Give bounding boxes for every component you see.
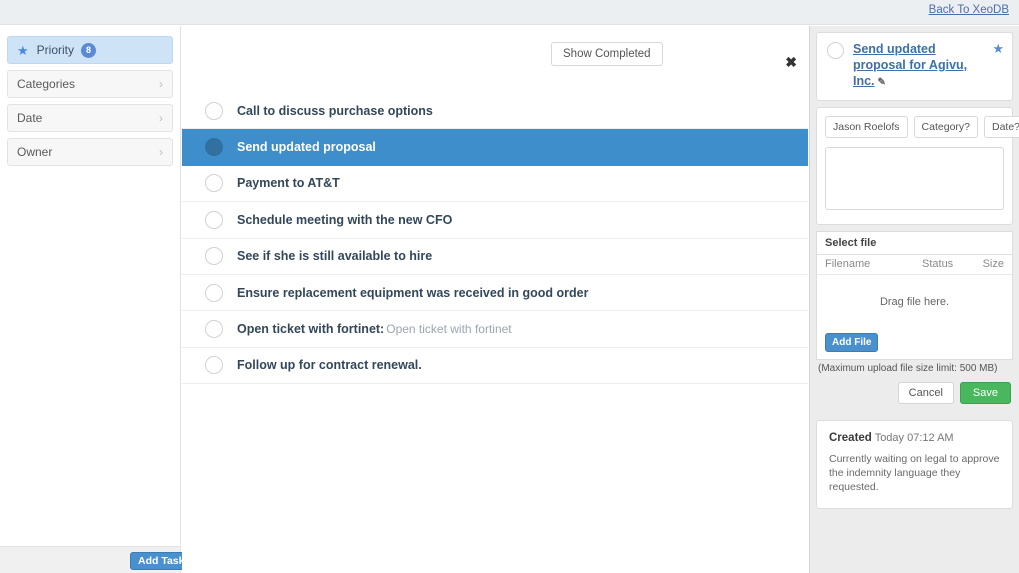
sidebar-item-owner[interactable]: Owner › <box>7 138 173 166</box>
task-title: Ensure replacement equipment was receive… <box>237 285 589 300</box>
detail-actions: Cancel Save <box>810 374 1019 404</box>
task-row[interactable]: Schedule meeting with the new CFO <box>182 202 808 239</box>
task-detail-panel: Send updated proposal for Agivu, Inc. ✎ ★… <box>809 26 1019 573</box>
column-status: Status <box>922 258 954 270</box>
task-row[interactable]: Payment to AT&T <box>182 166 808 203</box>
back-to-xeodb-link[interactable]: Back To XeoDB <box>929 4 1009 16</box>
sidebar-item-priority[interactable]: ★ Priority 8 <box>7 36 173 64</box>
task-note: Open ticket with fortinet <box>386 322 512 337</box>
save-button[interactable]: Save <box>959 382 1011 404</box>
sidebar-item-label: Categories <box>17 77 76 91</box>
file-table-header: Filename Status Size <box>817 255 1012 275</box>
file-upload-card: Select file Filename Status Size Drag fi… <box>816 231 1013 360</box>
task-checkbox-icon[interactable] <box>205 174 223 193</box>
task-row[interactable]: Ensure replacement equipment was receive… <box>182 275 808 312</box>
task-title: Schedule meeting with the new CFO <box>237 212 453 227</box>
priority-count-badge: 8 <box>81 42 96 58</box>
task-list-panel: Show Completed ✖ Call to discuss purchas… <box>182 26 808 573</box>
task-title: Follow up for contract renewal. <box>237 358 422 373</box>
history-event: Created Today 07:12 AM <box>829 432 1000 444</box>
column-size: Size <box>982 258 1004 270</box>
filter-sidebar: ★ Priority 8 Categories › Date › Owner › <box>0 26 181 545</box>
file-drop-area[interactable]: Drag file here. <box>817 275 1012 328</box>
task-title: Open ticket with fortinet: <box>237 322 385 337</box>
show-completed-button[interactable]: Show Completed <box>551 42 663 66</box>
detail-checkbox-icon[interactable] <box>827 42 844 59</box>
task-checkbox-icon[interactable] <box>205 283 223 302</box>
add-file-wrap: Add File <box>817 328 1012 359</box>
add-file-button[interactable]: Add File <box>825 333 879 352</box>
task-title: See if she is still available to hire <box>237 249 433 264</box>
sidebar-item-label: Priority <box>36 43 74 57</box>
task-checkbox-icon[interactable] <box>205 210 223 229</box>
notes-textarea[interactable] <box>825 147 1004 210</box>
detail-header: Send updated proposal for Agivu, Inc. ✎ ★ <box>816 32 1013 101</box>
upload-limit-note: (Maximum upload file size limit: 500 MB) <box>818 363 998 374</box>
chevron-right-icon: › <box>159 111 163 125</box>
favorite-star-icon[interactable]: ★ <box>992 41 1004 57</box>
select-file-header: Select file <box>817 232 1012 255</box>
chevron-right-icon: › <box>159 145 163 159</box>
sidebar-item-date[interactable]: Date › <box>7 104 173 132</box>
task-list: Call to discuss purchase options Send up… <box>182 93 808 385</box>
detail-title-text: Send updated proposal for Agivu, Inc. <box>853 42 968 88</box>
star-icon: ★ <box>17 42 29 58</box>
tag-row: Jason Roelofs Category? Date? <box>825 116 1019 138</box>
detail-form: Jason Roelofs Category? Date? <box>816 107 1019 225</box>
detail-title[interactable]: Send updated proposal for Agivu, Inc. ✎ <box>853 41 981 91</box>
history-event-label: Created <box>829 432 872 444</box>
sidebar-item-label: Owner <box>17 145 53 159</box>
task-row[interactable]: Send updated proposal <box>182 129 808 166</box>
chevron-right-icon: › <box>159 77 163 91</box>
column-filename: Filename <box>825 258 871 270</box>
date-tag-button[interactable]: Date? <box>984 116 1019 138</box>
history-body: Currently waiting on legal to approve th… <box>829 453 1000 493</box>
task-row[interactable]: Open ticket with fortinet: Open ticket w… <box>182 311 808 348</box>
owner-tag-button[interactable]: Jason Roelofs <box>825 116 908 138</box>
task-checkbox-icon[interactable] <box>205 102 223 121</box>
task-title: Payment to AT&T <box>237 176 340 191</box>
category-tag-button[interactable]: Category? <box>913 116 978 138</box>
task-row[interactable]: Call to discuss purchase options <box>182 93 808 130</box>
task-row[interactable]: See if she is still available to hire <box>182 239 808 275</box>
task-checkbox-icon[interactable] <box>205 320 223 339</box>
close-icon[interactable]: ✖ <box>785 55 797 69</box>
task-checkbox-icon[interactable] <box>205 138 223 157</box>
task-row[interactable]: Follow up for contract renewal. <box>182 348 808 385</box>
task-title: Send updated proposal <box>237 140 376 155</box>
task-checkbox-icon[interactable] <box>205 247 223 266</box>
history-card: Created Today 07:12 AM Currently waiting… <box>816 420 1013 509</box>
edit-pencil-icon[interactable]: ✎ <box>878 75 886 91</box>
sidebar-item-label: Date <box>17 111 43 125</box>
task-checkbox-icon[interactable] <box>205 356 223 375</box>
sidebar-item-categories[interactable]: Categories › <box>7 70 173 98</box>
top-bar: Back To XeoDB <box>0 0 1019 25</box>
app-root: Back To XeoDB ★ Priority 8 Categories › … <box>0 0 1019 573</box>
task-title: Call to discuss purchase options <box>237 104 433 119</box>
history-event-time: Today 07:12 AM <box>874 432 954 444</box>
cancel-button[interactable]: Cancel <box>897 382 954 404</box>
